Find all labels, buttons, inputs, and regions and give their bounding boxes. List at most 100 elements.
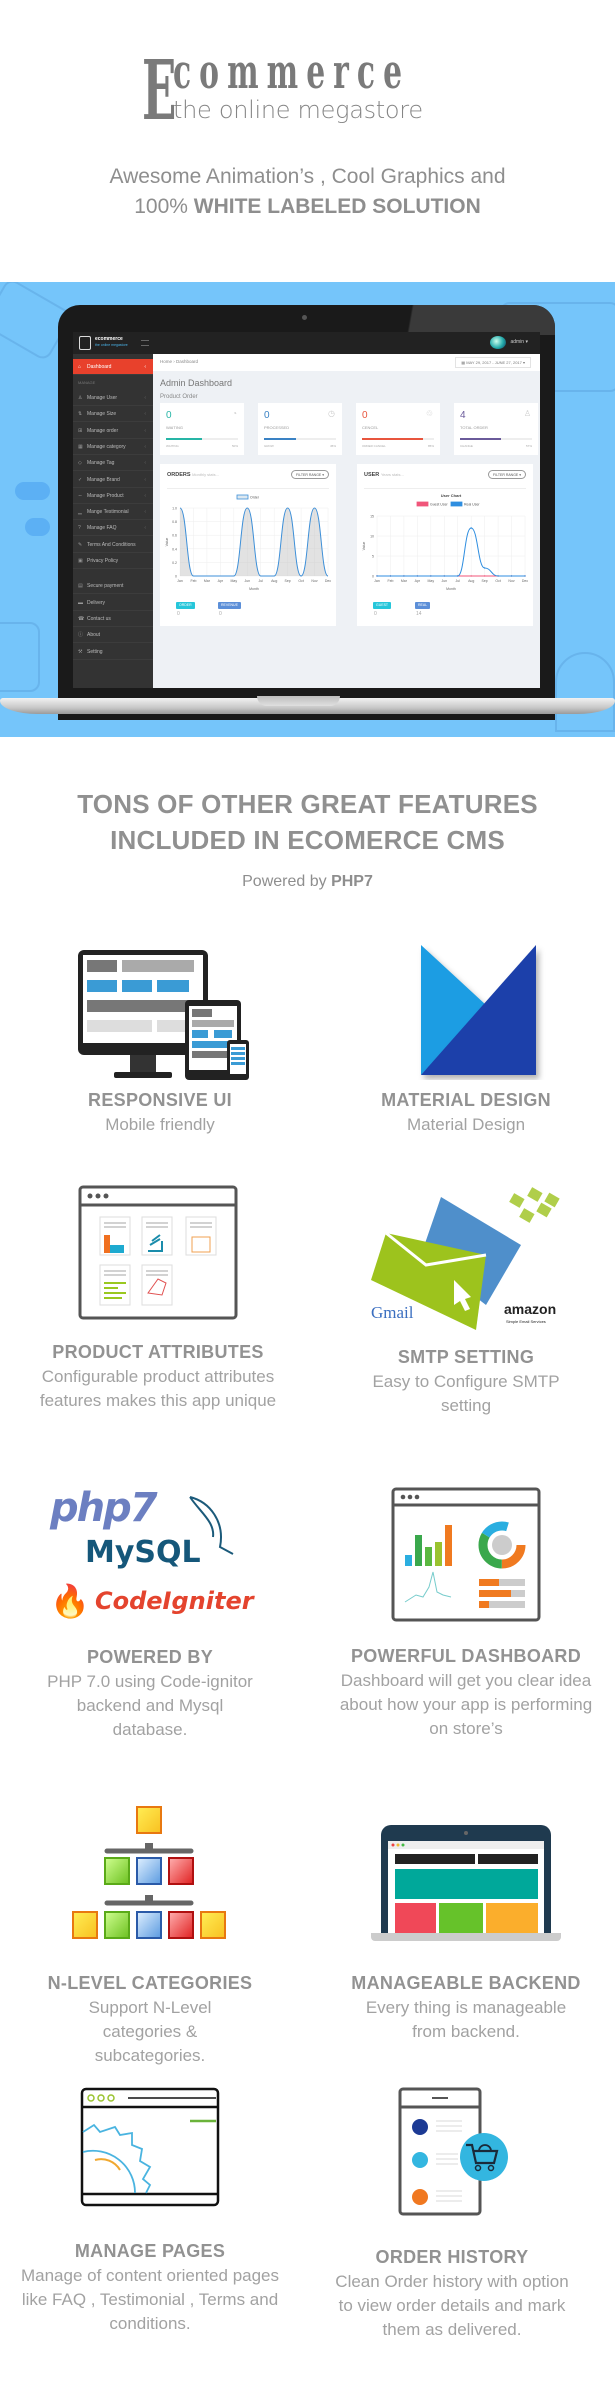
sidebar-item-manage-faq[interactable]: ? Manage FAQ ‹	[73, 520, 153, 537]
sidebar-item-setting[interactable]: ⚒ Setting	[73, 644, 153, 660]
logo-word: commerce	[173, 44, 411, 100]
y-tick-label: 0	[175, 575, 177, 579]
sidebar-item-manage-order[interactable]: ⊞ Manage order ‹	[73, 423, 153, 439]
data-point	[470, 575, 472, 577]
stat-progress-fill	[362, 438, 424, 440]
sidebar-item-manage-product[interactable]: ∼ Manage Product ‹	[73, 488, 153, 504]
laptop-lid: ecommerce the online megastore admin ▾ ⌂…	[58, 305, 555, 720]
legend-label: Guest User	[430, 503, 449, 507]
avatar[interactable]	[490, 336, 506, 349]
sidebar-item-label: Manage FAQ	[87, 525, 117, 532]
tag-icon: ◇	[78, 460, 82, 467]
sidebar-item-dashboard[interactable]: ⌂ Dashboard ‹	[73, 359, 153, 375]
stat-progress-fill	[166, 438, 202, 440]
pencil-icon: ✎	[78, 541, 83, 548]
y-tick-label: 0	[372, 575, 374, 579]
php7-logo: php7	[50, 1485, 158, 1531]
stat-footer-label: GROW	[264, 444, 274, 448]
sidebar-item-mange-testimonial[interactable]: ▁ Mange Testimonial ‹	[73, 504, 153, 521]
feature-title: MANAGEABLE BACKEND	[351, 1973, 581, 1993]
sidebar-item-privacy-policy[interactable]: ▣ Privacy Policy	[73, 553, 153, 569]
order-phone-cart-icon	[392, 2087, 512, 2217]
divider	[167, 488, 329, 489]
laptop-backend-icon	[371, 1805, 561, 1950]
sidebar-item-manage-category[interactable]: ▦ Manage category ‹	[73, 439, 153, 455]
user-chart: 15 10 5 0Jan Feb Mar Apr May Jun Jul Aug Sep Oct Nov D…	[362, 493, 528, 591]
feature-description: Easy to Configure SMTP setting	[372, 1372, 560, 1415]
sidebar-item-secure-payment[interactable]: ▤ Secure payment	[73, 578, 153, 595]
chevron-left-icon: ‹	[144, 443, 146, 450]
breadcrumb[interactable]: Home › Dashboard	[160, 359, 198, 364]
y-tick-label: 10	[370, 535, 374, 539]
sidebar-item-delivery[interactable]: ▬ Delivery	[73, 595, 153, 611]
badge-value: 0	[374, 611, 377, 617]
sidebar-item-terms-and-conditions[interactable]: ✎ Terms And Conditions	[73, 537, 153, 553]
sidebar-item-manage-tag[interactable]: ◇ Manage Tag ‹	[73, 455, 153, 472]
decor-shape	[555, 652, 615, 732]
sidebar-item-contact-us[interactable]: ☎ Contact us	[73, 611, 153, 627]
feature-description: Mobile friendly	[105, 1115, 215, 1134]
x-tick-label: Oct	[495, 579, 500, 583]
info-icon: ⓘ	[78, 632, 84, 639]
feature-n-level-categories: N-LEVEL CATEGORIES Support N-Level categ…	[0, 1805, 300, 2068]
filter-range-button[interactable]: FILTER RANGE ▾	[291, 470, 329, 479]
sidebar-item-label: Manage Tag	[87, 460, 115, 467]
badge-value: 0	[219, 611, 222, 617]
stat-value: 0	[166, 410, 172, 421]
x-axis-label: Month	[249, 587, 259, 591]
cancel-user-icon: ♲	[425, 409, 433, 418]
data-point	[416, 575, 419, 577]
y-axis-label: Value	[362, 542, 366, 551]
laptop-screen: ecommerce the online megastore admin ▾ ⌂…	[73, 332, 540, 688]
tagline-line2: 100% WHITE LABELED SOLUTION	[0, 192, 615, 222]
chevron-left-icon: ‹	[144, 492, 146, 499]
gmail-logo: Gmail	[371, 1303, 414, 1322]
sidebar-item-manage-user[interactable]: ♙ Manage User ‹	[73, 390, 153, 406]
sidebar-item-manage-brand[interactable]: ✓ Manage Brand ‹	[73, 472, 153, 488]
category-tree-icon	[65, 1805, 235, 1945]
decor-pill	[15, 482, 50, 500]
stat-card-processed: 0 PROCESSED ◷ GROW 45%	[258, 403, 342, 455]
orders-title: ORDERS Monthly stats...	[167, 472, 219, 478]
stat-progress-fill	[264, 438, 297, 440]
codeigniter-flame-icon: 🔥	[50, 1583, 90, 1619]
filter-range-button[interactable]: FILTER RANGE ▾	[488, 470, 526, 479]
sidebar-item-about[interactable]: ⓘ About	[73, 627, 153, 644]
feature-smtp-setting: Gmail amazon Simple Email Services SMTP …	[316, 1185, 615, 1418]
chevron-left-icon: ‹	[144, 395, 146, 401]
badge-value: 0	[177, 611, 180, 617]
cart-icon: ⊞	[78, 427, 83, 434]
data-point	[376, 575, 378, 577]
amazon-logo: amazon	[504, 1301, 557, 1317]
hamburger-menu-icon[interactable]	[141, 340, 149, 346]
user-icon: ♙	[78, 395, 83, 401]
y-tick-label: 0.2	[172, 561, 177, 565]
feature-material-design: MATERIAL DESIGN Material Design	[316, 940, 615, 1137]
badge-value: 14	[416, 611, 422, 617]
x-tick-label: Jun	[244, 579, 250, 583]
check-icon: ✓	[78, 476, 83, 483]
sidebar-item-label: Manage Size	[87, 411, 117, 418]
chevron-left-icon: ‹	[144, 460, 146, 467]
y-tick-label: 1.0	[172, 507, 177, 511]
user-menu[interactable]: admin ▾	[510, 339, 528, 345]
y-tick-label: 0.4	[172, 547, 177, 551]
feature-title: RESPONSIVE UI	[88, 1090, 232, 1110]
sidebar-item-manage-size[interactable]: ⇅ Manage Size ‹	[73, 406, 153, 423]
stat-progress-track	[460, 438, 532, 440]
sidebar-item-label: Dashboard	[87, 364, 112, 370]
codeigniter-logo: CodeIgniter	[95, 1587, 254, 1615]
grid-icon: ▦	[78, 443, 83, 450]
y-tick-label: 0.8	[172, 520, 177, 524]
x-tick-label: Dec	[325, 579, 331, 583]
tagline-prefix: 100%	[134, 195, 194, 218]
x-tick-label: Apr	[218, 579, 224, 583]
user-title-text: USER	[364, 472, 380, 478]
data-point	[483, 575, 486, 577]
feature-title: MATERIAL DESIGN	[381, 1090, 551, 1110]
date-range-picker[interactable]: ▦ MAY 29, 2017 - JUNE 27, 2017 ▾	[455, 357, 531, 368]
feature-manage-pages: MANAGE PAGES Manage of content oriented …	[0, 2087, 300, 2336]
legend-label: Real User	[464, 503, 480, 507]
chevron-left-icon: ‹	[144, 509, 146, 516]
features-heading-line1: TONS OF OTHER GREAT FEATURES	[77, 789, 538, 819]
